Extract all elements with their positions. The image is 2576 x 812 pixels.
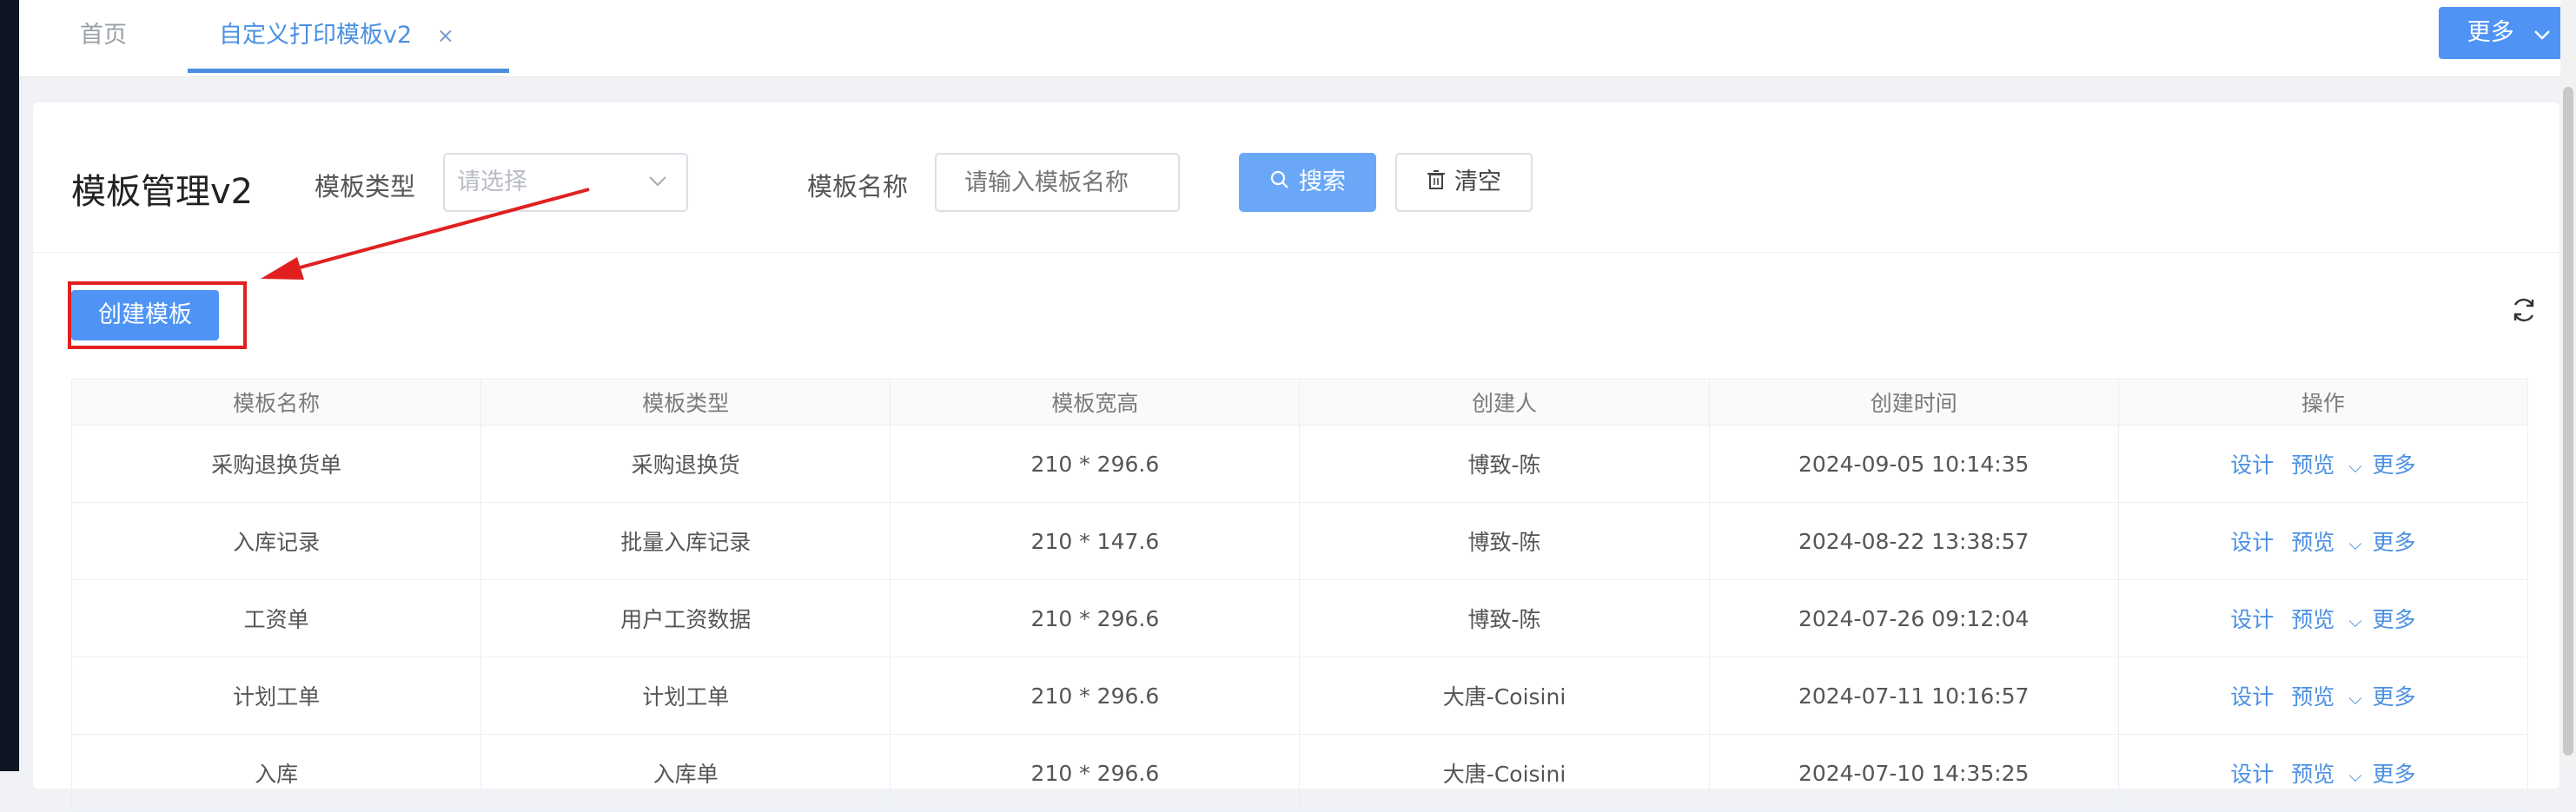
cell-created-time: 2024-07-26 09:12:04 bbox=[1708, 579, 2119, 657]
cell-creator: 大唐-Coisini bbox=[1299, 657, 1710, 735]
preview-link[interactable]: 预览 bbox=[2291, 762, 2334, 787]
table-row: 入库 入库单 210 * 296.6 大唐-Coisini 2024-07-10… bbox=[70, 734, 2529, 812]
cell-size: 210 * 147.6 bbox=[890, 502, 1301, 580]
tab-label: 自定义打印模板v2 bbox=[219, 22, 413, 49]
cell-creator: 博致-陈 bbox=[1299, 502, 1710, 580]
search-button-label: 搜索 bbox=[1299, 168, 1346, 195]
page-title: 模板管理v2 bbox=[71, 172, 254, 212]
cell-size: 210 * 296.6 bbox=[890, 579, 1301, 657]
content-card: 模板管理v2 模板类型 请选择 模板名称 搜索 清空 创建模板 模板名称 bbox=[33, 102, 2559, 812]
cell-creator: 大唐-Coisini bbox=[1299, 734, 1710, 812]
col-header-type: 模板类型 bbox=[480, 379, 891, 426]
more-button-label: 更多 bbox=[2467, 19, 2514, 46]
cell-creator: 博致-陈 bbox=[1299, 425, 1710, 503]
filter-type-label: 模板类型 bbox=[315, 172, 416, 201]
table-header-row: 模板名称 模板类型 模板宽高 创建人 创建时间 操作 bbox=[70, 379, 2529, 426]
cell-created-time: 2024-09-05 10:14:35 bbox=[1708, 425, 2119, 503]
more-link[interactable]: 更多 bbox=[2372, 452, 2415, 478]
design-link[interactable]: 设计 bbox=[2230, 762, 2274, 787]
design-link[interactable]: 设计 bbox=[2230, 530, 2274, 555]
tab-home[interactable]: 首页 bbox=[80, 0, 127, 73]
chevron-down-icon bbox=[648, 155, 667, 210]
table-row: 入库记录 批量入库记录 210 * 147.6 博致-陈 2024-08-22 … bbox=[70, 502, 2529, 580]
cell-created-time: 2024-08-22 13:38:57 bbox=[1708, 502, 2119, 580]
design-link[interactable]: 设计 bbox=[2230, 684, 2274, 710]
cell-actions: 设计 预览 ⌵ 更多 bbox=[2117, 734, 2529, 812]
cell-type: 计划工单 bbox=[480, 657, 891, 735]
preview-link[interactable]: 预览 bbox=[2291, 607, 2334, 632]
template-type-select[interactable]: 请选择 bbox=[443, 153, 688, 212]
chevron-down-icon[interactable]: ⌵ bbox=[2348, 611, 2361, 631]
divider bbox=[33, 252, 2559, 253]
close-icon[interactable]: × bbox=[437, 23, 454, 48]
cell-size: 210 * 296.6 bbox=[890, 734, 1301, 812]
chevron-down-icon[interactable]: ⌵ bbox=[2348, 688, 2361, 709]
chevron-down-icon bbox=[2533, 8, 2551, 60]
tab-custom-print-template[interactable]: 自定义打印模板v2 × bbox=[188, 0, 509, 73]
cell-type: 入库单 bbox=[480, 734, 891, 812]
template-name-input[interactable] bbox=[935, 153, 1180, 212]
cell-created-time: 2024-07-10 14:35:25 bbox=[1708, 734, 2119, 812]
cell-name: 入库记录 bbox=[70, 502, 482, 580]
tab-bar: 首页 自定义打印模板v2 × 更多 bbox=[19, 0, 2576, 77]
col-header-creator: 创建人 bbox=[1299, 379, 1710, 426]
search-icon bbox=[1269, 154, 1290, 213]
cell-type: 批量入库记录 bbox=[480, 502, 891, 580]
col-header-size: 模板宽高 bbox=[890, 379, 1301, 426]
cell-name: 工资单 bbox=[70, 579, 482, 657]
preview-link[interactable]: 预览 bbox=[2291, 684, 2334, 710]
clear-button[interactable]: 清空 bbox=[1395, 153, 1533, 212]
annotation-highlight-box bbox=[68, 281, 247, 349]
select-placeholder: 请选择 bbox=[457, 168, 527, 195]
cell-size: 210 * 296.6 bbox=[890, 657, 1301, 735]
more-link[interactable]: 更多 bbox=[2372, 530, 2415, 555]
table-row: 工资单 用户工资数据 210 * 296.6 博致-陈 2024-07-26 0… bbox=[70, 579, 2529, 657]
more-link[interactable]: 更多 bbox=[2372, 684, 2415, 710]
design-link[interactable]: 设计 bbox=[2230, 452, 2274, 478]
cell-name: 采购退换货单 bbox=[70, 425, 482, 503]
search-button[interactable]: 搜索 bbox=[1239, 153, 1376, 212]
cell-actions: 设计 预览 ⌵ 更多 bbox=[2117, 579, 2529, 657]
scrollbar-thumb[interactable] bbox=[2563, 87, 2573, 756]
chevron-down-icon[interactable]: ⌵ bbox=[2348, 765, 2361, 786]
more-link[interactable]: 更多 bbox=[2372, 762, 2415, 787]
trash-icon bbox=[1427, 155, 1446, 211]
design-link[interactable]: 设计 bbox=[2230, 607, 2274, 632]
template-table: 模板名称 模板类型 模板宽高 创建人 创建时间 操作 采购退换货单 采购退换货 … bbox=[70, 379, 2529, 812]
filter-name-label: 模板名称 bbox=[807, 172, 909, 201]
refresh-icon[interactable] bbox=[2509, 295, 2539, 325]
col-header-name: 模板名称 bbox=[70, 379, 482, 426]
cell-size: 210 * 296.6 bbox=[890, 425, 1301, 503]
cell-type: 用户工资数据 bbox=[480, 579, 891, 657]
cell-actions: 设计 预览 ⌵ 更多 bbox=[2117, 657, 2529, 735]
cell-actions: 设计 预览 ⌵ 更多 bbox=[2117, 425, 2529, 503]
preview-link[interactable]: 预览 bbox=[2291, 452, 2334, 478]
chevron-down-icon[interactable]: ⌵ bbox=[2348, 456, 2361, 477]
cell-name: 计划工单 bbox=[70, 657, 482, 735]
table-row: 计划工单 计划工单 210 * 296.6 大唐-Coisini 2024-07… bbox=[70, 657, 2529, 735]
preview-link[interactable]: 预览 bbox=[2291, 530, 2334, 555]
cell-creator: 博致-陈 bbox=[1299, 579, 1710, 657]
cell-created-time: 2024-07-11 10:16:57 bbox=[1708, 657, 2119, 735]
side-strip bbox=[0, 0, 19, 771]
table-row: 采购退换货单 采购退换货 210 * 296.6 博致-陈 2024-09-05… bbox=[70, 425, 2529, 503]
cell-type: 采购退换货 bbox=[480, 425, 891, 503]
cell-name: 入库 bbox=[70, 734, 482, 812]
more-link[interactable]: 更多 bbox=[2372, 607, 2415, 632]
more-button[interactable]: 更多 bbox=[2439, 7, 2576, 59]
clear-button-label: 清空 bbox=[1454, 168, 1501, 195]
chevron-down-icon[interactable]: ⌵ bbox=[2348, 533, 2361, 554]
col-header-created-time: 创建时间 bbox=[1708, 379, 2119, 426]
col-header-actions: 操作 bbox=[2117, 379, 2529, 426]
cell-actions: 设计 预览 ⌵ 更多 bbox=[2117, 502, 2529, 580]
